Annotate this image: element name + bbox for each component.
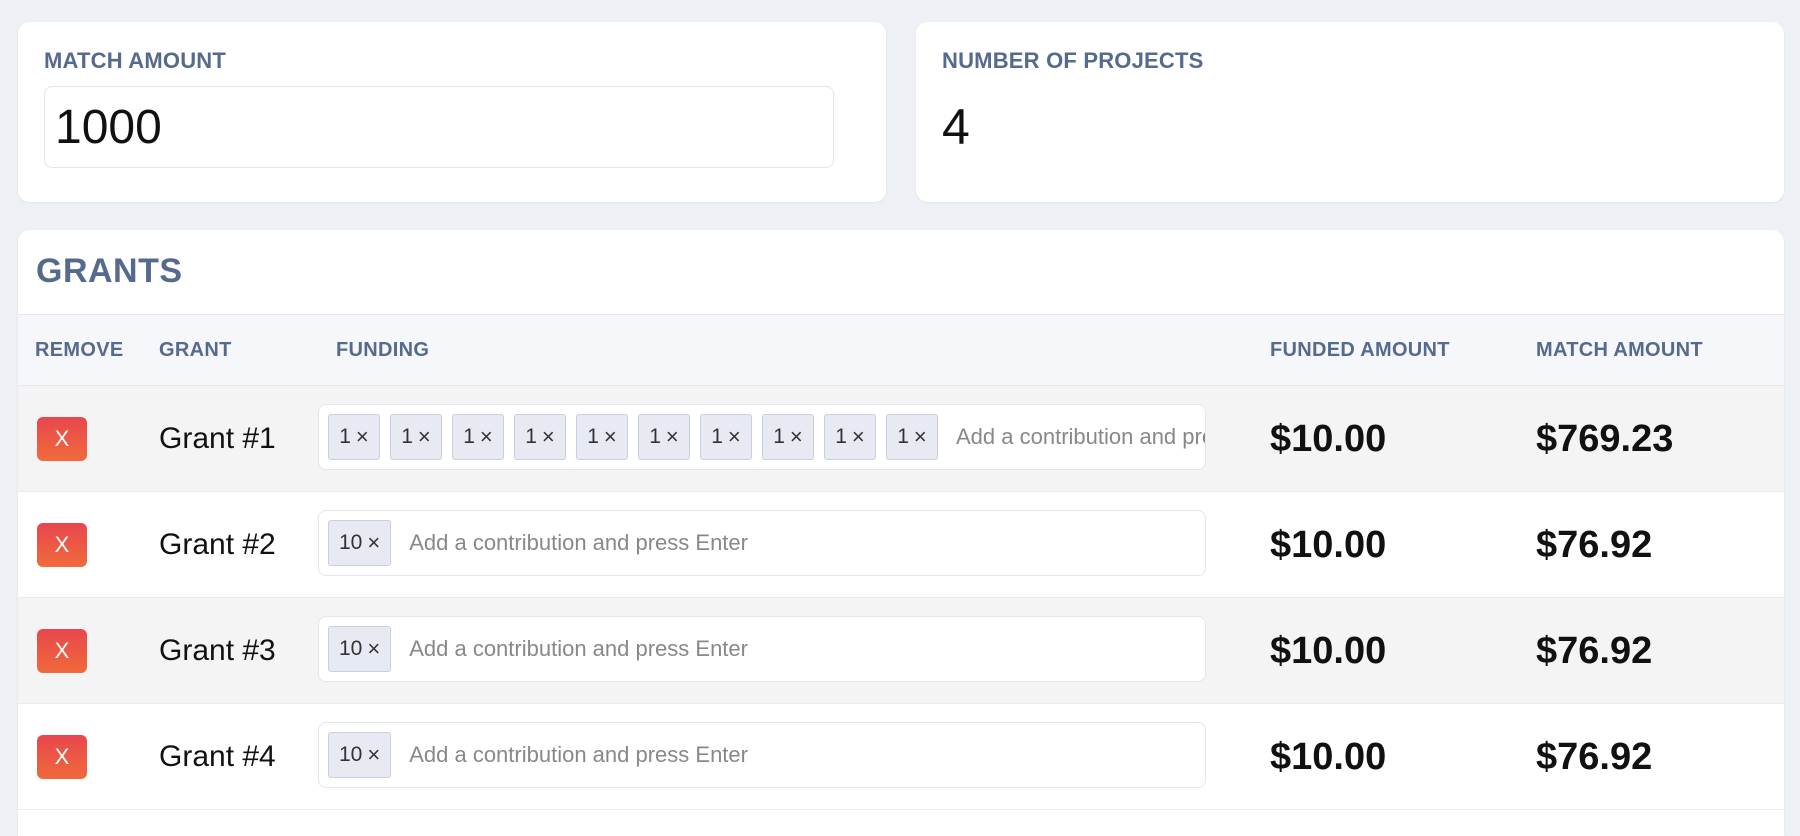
- contribution-tag: 10 ×: [328, 626, 392, 672]
- remove-contribution-icon[interactable]: ×: [418, 424, 431, 450]
- col-funding-header: FUNDING: [336, 338, 430, 361]
- grant-row: X Grant #4 10× $10.00 $76.92: [18, 704, 1784, 810]
- match-amount: $76.92: [1536, 736, 1653, 778]
- num-projects-value: 4: [942, 99, 970, 155]
- col-remove-header: REMOVE: [35, 338, 124, 361]
- remove-contribution-icon[interactable]: ×: [367, 530, 380, 556]
- grants-card: GRANTS REMOVE GRANT FUNDING FUNDED AMOUN…: [18, 230, 1784, 836]
- contribution-input[interactable]: [401, 735, 1205, 775]
- contribution-tag: 10 ×: [328, 520, 392, 566]
- match-amount-card: MATCH AMOUNT: [18, 22, 886, 202]
- contribution-value: 10: [339, 637, 363, 660]
- contribution-tag: 1 ×: [452, 414, 504, 460]
- contribution-value: 1: [773, 425, 785, 448]
- contribution-tag: 1 ×: [762, 414, 814, 460]
- funding-tag-input[interactable]: 10 ×: [318, 722, 1206, 788]
- contribution-tag: 1 ×: [886, 414, 938, 460]
- remove-contribution-icon[interactable]: ×: [367, 636, 380, 662]
- col-funded-amount-header: FUNDED AMOUNT: [1270, 338, 1450, 361]
- remove-contribution-icon[interactable]: ×: [367, 742, 380, 768]
- contribution-value: 1: [339, 425, 351, 448]
- grant-row: X Grant #2 10× $10.00 $76.92: [18, 492, 1784, 598]
- contribution-tag: 1 ×: [824, 414, 876, 460]
- contribution-value: 10: [339, 531, 363, 554]
- col-match-amount-header: MATCH AMOUNT: [1536, 338, 1703, 361]
- funding-tag-input[interactable]: 10 ×: [318, 616, 1206, 682]
- match-amount: $76.92: [1536, 524, 1653, 566]
- grants-table-body: XGrant #11×1×1×1×1×1×1×1×1×1×$10.00$769.…: [18, 386, 1784, 810]
- funded-amount: $10.00: [1270, 736, 1387, 778]
- contribution-tag: 10 ×: [328, 732, 392, 778]
- contribution-tag: 1 ×: [328, 414, 380, 460]
- contribution-value: 1: [587, 425, 599, 448]
- grants-title: GRANTS: [36, 252, 183, 290]
- contribution-tag: 1 ×: [390, 414, 442, 460]
- contribution-value: 1: [525, 425, 537, 448]
- contribution-tag: 1 ×: [514, 414, 566, 460]
- grants-table-header: REMOVE GRANT FUNDING FUNDED AMOUNT MATCH…: [18, 314, 1784, 386]
- contribution-tag: 1 ×: [638, 414, 690, 460]
- match-amount-label: MATCH AMOUNT: [44, 48, 227, 73]
- remove-contribution-icon[interactable]: ×: [852, 424, 865, 450]
- match-amount-input[interactable]: [44, 86, 834, 168]
- contribution-value: 1: [463, 425, 475, 448]
- contribution-input[interactable]: [948, 417, 1205, 457]
- col-grant-header: GRANT: [159, 338, 232, 361]
- remove-contribution-icon[interactable]: ×: [542, 424, 555, 450]
- remove-contribution-icon[interactable]: ×: [480, 424, 493, 450]
- contribution-value: 1: [897, 425, 909, 448]
- num-projects-card: NUMBER OF PROJECTS 4: [916, 22, 1784, 202]
- remove-contribution-icon[interactable]: ×: [604, 424, 617, 450]
- contribution-tag: 1 ×: [700, 414, 752, 460]
- remove-contribution-icon[interactable]: ×: [914, 424, 927, 450]
- grant-name: Grant #4: [159, 740, 276, 773]
- grant-name: Grant #2: [159, 528, 276, 561]
- contribution-input[interactable]: [401, 523, 1205, 563]
- contribution-value: 1: [401, 425, 413, 448]
- contribution-value: 1: [835, 425, 847, 448]
- contribution-value: 1: [711, 425, 723, 448]
- remove-grant-button[interactable]: X: [37, 629, 87, 673]
- funded-amount: $10.00: [1270, 418, 1387, 460]
- summary-section: MATCH AMOUNT NUMBER OF PROJECTS 4: [18, 22, 1784, 202]
- grant-name: Grant #3: [159, 634, 276, 667]
- contribution-tag: 1 ×: [576, 414, 628, 460]
- num-projects-label: NUMBER OF PROJECTS: [942, 48, 1204, 73]
- match-amount: $769.23: [1536, 418, 1674, 460]
- funding-tag-input[interactable]: 1 × 1 × 1 × 1 × 1 × 1 × 1 × 1 × 1 × 1 ×: [318, 404, 1206, 470]
- remove-grant-button[interactable]: X: [37, 417, 87, 461]
- grant-name: Grant #1: [159, 422, 276, 455]
- remove-grant-button[interactable]: X: [37, 523, 87, 567]
- remove-contribution-icon[interactable]: ×: [356, 424, 369, 450]
- funded-amount: $10.00: [1270, 524, 1387, 566]
- match-amount: $76.92: [1536, 630, 1653, 672]
- remove-contribution-icon[interactable]: ×: [728, 424, 741, 450]
- remove-contribution-icon[interactable]: ×: [666, 424, 679, 450]
- remove-grant-button[interactable]: X: [37, 735, 87, 779]
- remove-contribution-icon[interactable]: ×: [790, 424, 803, 450]
- grant-row: XGrant #11×1×1×1×1×1×1×1×1×1×$10.00$769.…: [18, 386, 1784, 492]
- contribution-value: 1: [649, 425, 661, 448]
- contribution-input[interactable]: [401, 629, 1205, 669]
- contribution-value: 10: [339, 743, 363, 766]
- funding-tag-input[interactable]: 10 ×: [318, 510, 1206, 576]
- grant-row: X Grant #3 10× $10.00 $76.92: [18, 598, 1784, 704]
- funded-amount: $10.00: [1270, 630, 1387, 672]
